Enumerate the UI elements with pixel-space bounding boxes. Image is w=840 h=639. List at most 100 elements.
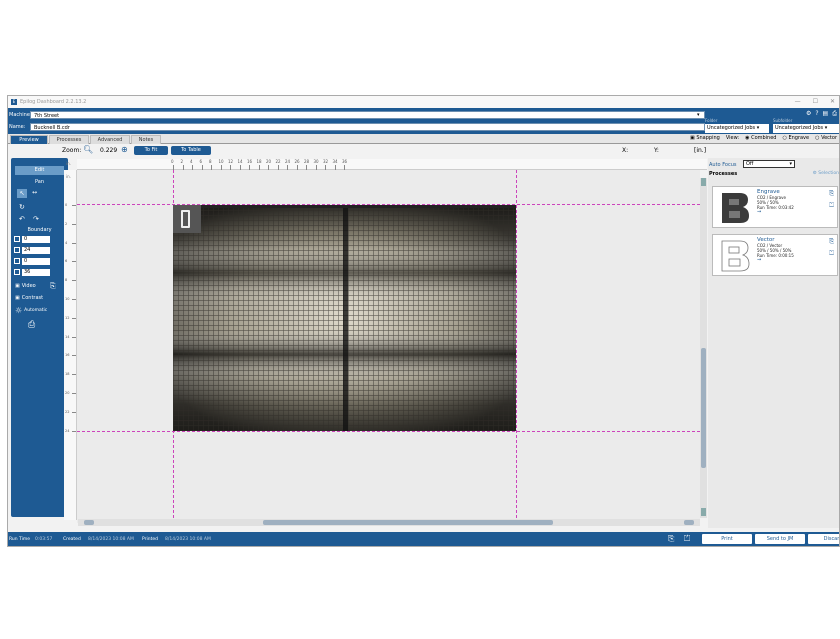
tab-notes[interactable]: Notes — [131, 135, 161, 144]
zoom-out-icon[interactable]: 🔍︎ — [83, 145, 93, 154]
help-icon[interactable]: ? — [815, 110, 818, 118]
edit-button[interactable]: Edit — [15, 166, 64, 175]
automatic-toggle[interactable]: ☼ Automatic — [15, 306, 47, 315]
ruler-top-tick-label: 30 — [313, 159, 319, 164]
ruler-left-tick — [72, 430, 76, 432]
video-toggle[interactable]: ▣ Video — [15, 283, 36, 289]
send-to-jm-button[interactable]: Send to JM — [755, 534, 805, 544]
snapping-checkbox[interactable]: ▣ Snapping — [690, 135, 720, 141]
x-coordinate-label: X: — [622, 147, 629, 154]
ruler-top-tick-label: 36 — [342, 159, 348, 164]
ruler-top-tick-label: 18 — [256, 159, 262, 164]
view-combined-radio[interactable]: ◉ Combined — [745, 135, 776, 141]
ruler-left-tick — [72, 280, 76, 282]
ruler-top-tick-label: 20 — [266, 159, 272, 164]
app-logo-icon: E — [11, 99, 17, 105]
printer-icon[interactable]: ⎙ — [832, 110, 837, 118]
process-card-engrave[interactable]: Engrave CO2 / Engrave 50% / 50% Run Time… — [712, 186, 838, 228]
boundary-bottom-input[interactable]: 24 — [22, 247, 50, 254]
process-card-vector[interactable]: Vector CO2 / Vector 50% / 50% / 50% Run … — [712, 234, 838, 276]
undo-icon[interactable]: ↶ — [19, 215, 25, 223]
horizontal-scroll-thumb[interactable] — [263, 520, 553, 525]
vector-run-time: Run Time: 0:00:15 — [757, 253, 794, 258]
engrave-artwork-image[interactable] — [173, 205, 516, 431]
camera-capture-icon[interactable]: ⎙ — [28, 320, 35, 330]
to-table-button[interactable]: To Table — [171, 146, 211, 155]
ruler-left-tick-label: 12 — [65, 315, 70, 320]
ruler-left-tick-label: 24 — [65, 428, 70, 433]
vertical-scroll-thumb[interactable] — [701, 348, 706, 468]
ruler-top-tick-label: 12 — [228, 159, 234, 164]
engrave-folder-icon[interactable]: ⏍ — [829, 202, 834, 210]
tab-advanced[interactable]: Advanced — [90, 135, 130, 144]
preview-canvas[interactable] — [77, 170, 700, 523]
folder-select[interactable]: Uncategorized Jobs ▾ — [705, 124, 769, 133]
maximize-icon[interactable]: ☐ — [813, 98, 818, 105]
tab-preview[interactable]: Preview — [10, 135, 48, 144]
vector-camera-icon[interactable]: ⎘ — [829, 238, 834, 246]
vertical-scrollbar[interactable] — [700, 178, 707, 518]
folder-icon[interactable]: ⏍ — [684, 534, 690, 544]
ruler-vertical: in. 0 2 4 6 8 10 12 14 16 18 20 22 24 — [64, 170, 77, 520]
job-name-input[interactable]: Bucknell B.cdr — [30, 122, 705, 131]
tab-processes[interactable]: Processes — [49, 135, 89, 144]
ruler-left-tick — [72, 393, 76, 394]
boundary-left-input[interactable]: 0 — [22, 258, 50, 265]
settings-icon[interactable]: ⚙ — [806, 110, 811, 118]
title-bar: E Epilog Dashboard 2.2.13.2 — ☐ ✕ — [8, 96, 839, 108]
auto-focus-value: Off — [746, 161, 754, 167]
view-vector-radio[interactable]: ○ Vector — [815, 135, 837, 141]
ruler-top-tick-label: 32 — [323, 159, 329, 164]
job-header: Machine: 7th Street ▾ Name: Bucknell B.c… — [8, 108, 839, 134]
automatic-label: Automatic — [24, 308, 48, 313]
contrast-label: Contrast — [21, 295, 44, 301]
ruler-left-tick — [72, 355, 76, 357]
ruler-left-tick-label: 18 — [65, 372, 70, 377]
auto-focus-select[interactable]: Off ▾ — [743, 160, 795, 168]
scroll-up-icon[interactable] — [701, 178, 706, 186]
machine-select[interactable]: 7th Street — [30, 110, 705, 119]
horizontal-scrollbar[interactable] — [78, 519, 700, 526]
contrast-toggle[interactable]: ▣ Contrast — [15, 295, 43, 301]
close-icon[interactable]: ✕ — [830, 98, 835, 105]
refresh-icon[interactable]: ↻ — [19, 203, 25, 211]
ruler-horizontal: in. 0 2 4 6 8 10 12 14 16 18 20 22 24 26 28 30 32 34 36 — [66, 159, 707, 170]
redo-icon[interactable]: ↷ — [33, 215, 39, 223]
minimize-icon[interactable]: — — [795, 98, 801, 105]
printed-label: Printed — [142, 537, 158, 542]
camera-icon[interactable]: ⎘ — [668, 534, 674, 544]
created-value: 8/14/2023 10:08 AM — [88, 537, 134, 542]
subfolder-select[interactable]: Uncategorized Jobs ▾ — [773, 124, 839, 133]
pan-tool-icon[interactable]: ↔ — [32, 189, 37, 196]
boundary-bottom-icon — [14, 247, 20, 253]
vector-folder-icon[interactable]: ⏍ — [829, 250, 834, 258]
scroll-left-icon[interactable] — [84, 520, 94, 525]
scroll-right-icon[interactable] — [684, 520, 694, 525]
engrave-mode-icon: ⇝ — [757, 209, 762, 215]
to-fit-button[interactable]: To Fit — [134, 146, 168, 155]
view-options: ▣ Snapping View: ◉ Combined ○ Engrave ○ … — [690, 135, 837, 141]
pointer-tool-icon[interactable]: ↖ — [17, 189, 27, 198]
scroll-down-icon[interactable] — [701, 508, 706, 516]
print-button[interactable]: Print — [702, 534, 752, 544]
view-engrave-radio[interactable]: ○ Engrave — [782, 135, 809, 141]
camera-settings-icon[interactable]: ⎘ — [50, 282, 56, 291]
vector-mode-icon: ⇝ — [757, 257, 762, 263]
discard-button[interactable]: Discard — [808, 534, 839, 544]
zoom-in-icon[interactable]: ⊕ — [121, 145, 128, 154]
jobs-icon[interactable]: ▤ — [823, 110, 829, 118]
ruler-left-tick-label: 2 — [65, 221, 68, 226]
boundary-right-input[interactable]: 36 — [22, 269, 50, 276]
selection-button[interactable]: ⚙ Selection — [813, 171, 839, 176]
ruler-top-tick-label: 0 — [171, 159, 174, 164]
boundary-top-input[interactable]: 0 — [22, 236, 50, 243]
printed-value: 8/14/2023 10:08 AM — [165, 537, 211, 542]
subfolder-value: Uncategorized Jobs — [775, 125, 824, 131]
ruler-left-tick — [72, 205, 76, 206]
engrave-camera-icon[interactable]: ⎘ — [829, 190, 834, 198]
selection-label: Selection — [818, 171, 839, 176]
machine-dropdown-icon[interactable]: ▾ — [697, 112, 700, 118]
ruler-unit-top: in. — [66, 161, 71, 166]
zoom-value[interactable]: 0.229 — [100, 147, 117, 154]
y-coordinate-label: Y: — [654, 147, 659, 154]
